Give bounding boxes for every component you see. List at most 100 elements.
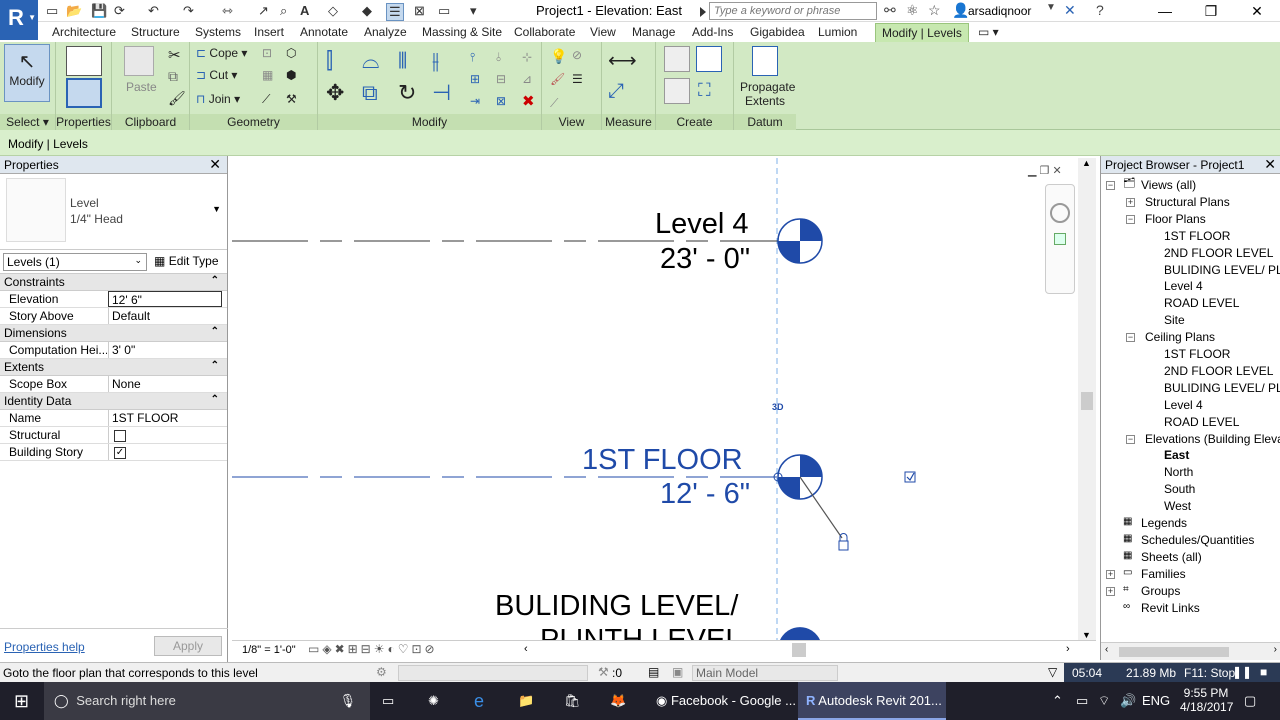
steering-wheel-icon[interactable] [1050,203,1070,223]
design-option-dropdown[interactable]: Main Model [692,665,838,681]
dimension-aligned-icon[interactable]: ⤢ [608,80,624,103]
tab-lumion[interactable]: Lumion [818,25,857,39]
array-icon[interactable]: ⊞ [470,72,480,86]
browser-node-floor-plans[interactable]: Floor Plans [1145,212,1206,226]
apply-button[interactable]: Apply [154,636,222,656]
browser-node-1st-floor[interactable]: 1ST FLOOR [1164,347,1230,361]
browser-node-level-4[interactable]: Level 4 [1164,279,1203,293]
switch-windows-icon[interactable]: ▭ [438,3,450,19]
first-floor-name[interactable]: 1ST FLOOR [582,444,743,477]
expand-toggle-icon[interactable]: − [1126,214,1135,224]
collapse-icon[interactable]: ⌃ [211,275,219,286]
browser-node-buliding-level-plinth[interactable]: BULIDING LEVEL/ PLINTH [1164,381,1280,395]
property-value[interactable]: 3' 0" [108,342,222,358]
tab-systems[interactable]: Systems [195,25,241,39]
align-icon[interactable]: ⫿ [326,48,333,74]
zoom-icon[interactable] [1054,233,1066,245]
tab-insert[interactable]: Insert [254,25,284,39]
mirror-draw-icon[interactable]: ⫲ [432,48,439,74]
tab-view[interactable]: View [590,25,616,39]
paint-view-icon[interactable]: ⟋ [550,96,558,111]
override-graphics-icon[interactable]: 💡 [550,48,567,65]
copy-icon[interactable]: ⧉ [168,68,178,85]
tab-massing-site[interactable]: Massing & Site [422,25,502,39]
expand-toggle-icon[interactable]: − [1106,181,1115,190]
browser-node-road-level[interactable]: ROAD LEVEL [1164,415,1239,429]
scroll-up-icon[interactable]: ▲ [1082,158,1091,168]
rotate-icon[interactable]: ↻ [398,80,416,106]
volume-icon[interactable]: 🔊 [1120,682,1136,720]
scroll-down-icon[interactable]: ▼ [1082,630,1091,640]
browser-node-road-level[interactable]: ROAD LEVEL [1164,296,1239,310]
new-icon[interactable]: ▭ [46,3,58,19]
properties-icon[interactable] [66,78,102,108]
drawing-canvas[interactable]: Level 4 23' - 0" 3D 1ST FLOOR 12' - 6" B… [232,158,1078,640]
application-menu-button[interactable]: R ▼ [0,0,38,40]
battery-icon[interactable]: ▭ [1076,682,1088,720]
exchange-icon[interactable]: ✕ [1064,2,1076,19]
clock[interactable]: 9:55 PM 4/18/2017 [1180,682,1233,720]
close-browser-icon[interactable]: ✕ [1264,156,1276,173]
horizontal-scroll-thumb[interactable] [792,643,806,657]
vertical-scroll-thumb[interactable] [1081,392,1093,410]
copy-element-icon[interactable]: ⧉ [362,80,378,106]
create-group-icon[interactable] [664,78,690,104]
demolish-icon[interactable]: ⬢ [286,68,296,82]
properties-help-link[interactable]: Properties help [4,640,85,654]
paint-icon[interactable]: ▦ [262,68,273,82]
expand-toggle-icon[interactable]: + [1106,569,1115,579]
open-icon[interactable]: 📂 [66,3,82,19]
wall-joins-icon[interactable]: ⬡ [286,46,296,60]
microphone-icon[interactable]: 🎙 [339,682,356,720]
ribbon-options-icon[interactable]: ▭ ▾ [978,25,999,39]
hammer-icon[interactable]: ⚒ [286,92,297,106]
browser-node-south[interactable]: South [1164,482,1195,496]
collapse-icon[interactable]: ⌃ [211,394,219,405]
tab-collaborate[interactable]: Collaborate [514,25,575,39]
expand-toggle-icon[interactable]: − [1126,333,1135,343]
cut-icon[interactable]: ✂ [168,46,181,64]
user-name[interactable]: arsadiqnoor [968,4,1031,18]
cope-button[interactable]: ⊏ Cope ▾ [196,46,247,60]
browser-node-west[interactable]: West [1164,499,1191,513]
restore-icon[interactable]: ❐ [1188,0,1234,22]
tab-add-ins[interactable]: Add-Ins [692,25,733,39]
windows-start-icon[interactable]: ⊞ [14,682,29,720]
building-level-name[interactable]: BULIDING LEVEL/ [495,590,738,623]
browser-node-elevations-building-elevation[interactable]: Elevations (Building Elevation) [1145,432,1280,446]
store-icon[interactable]: 🛍 [564,682,581,720]
user-dropdown-icon[interactable]: ▼ [1046,2,1056,13]
tray-chevron-icon[interactable]: ⌃ [1052,682,1063,720]
stop-hotkey[interactable]: F11: Stop [1184,666,1235,680]
tab-architecture[interactable]: Architecture [52,25,116,39]
cut-button[interactable]: ⊐ Cut ▾ [196,68,237,82]
dimension-icon[interactable]: ↗ [258,3,269,19]
section-identity-data[interactable]: Identity Data ⌃ [0,393,227,410]
scale-icon[interactable]: ⊟ [496,72,506,86]
modify-button[interactable]: ↖ Modify [4,44,50,102]
scroll-right-icon[interactable]: › [1066,643,1070,655]
user-icon[interactable]: 👤 [952,2,969,19]
browser-node-1st-floor[interactable]: 1ST FLOOR [1164,229,1230,243]
close-properties-icon[interactable]: ✕ [209,156,221,173]
browser-node-2nd-floor-level[interactable]: 2ND FLOOR LEVEL [1164,364,1273,378]
browser-node-schedules-quantities[interactable]: Schedules/Quantities [1141,533,1254,547]
search-input[interactable]: Type a keyword or phrase [700,2,877,20]
paste-button[interactable]: Paste [126,80,157,94]
linework-icon[interactable]: 🖌 [550,72,565,86]
task-view-icon[interactable]: ▭ [382,682,394,720]
thin-lines-icon[interactable]: ☰ [386,3,404,21]
edit-profile-icon[interactable]: ⟋ [262,92,270,107]
3d-view-icon[interactable]: ◇ [328,3,338,19]
create-assembly-icon[interactable] [664,46,690,72]
browser-node-ceiling-plans[interactable]: Ceiling Plans [1145,330,1215,344]
section-constraints[interactable]: Constraints ⌃ [0,274,227,291]
view-minimize-icon[interactable]: ▁ [1028,165,1036,177]
expand-toggle-icon[interactable]: + [1126,197,1135,207]
expand-toggle-icon[interactable]: + [1106,586,1115,596]
tab-modify-levels[interactable]: Modify | Levels [875,23,969,43]
tag-icon[interactable]: ⌕ [280,3,287,19]
browser-node-2nd-floor-level[interactable]: 2ND FLOOR LEVEL [1164,246,1273,260]
paste-icon[interactable] [124,46,154,76]
building-story-checkbox[interactable]: ✓ [114,446,126,459]
